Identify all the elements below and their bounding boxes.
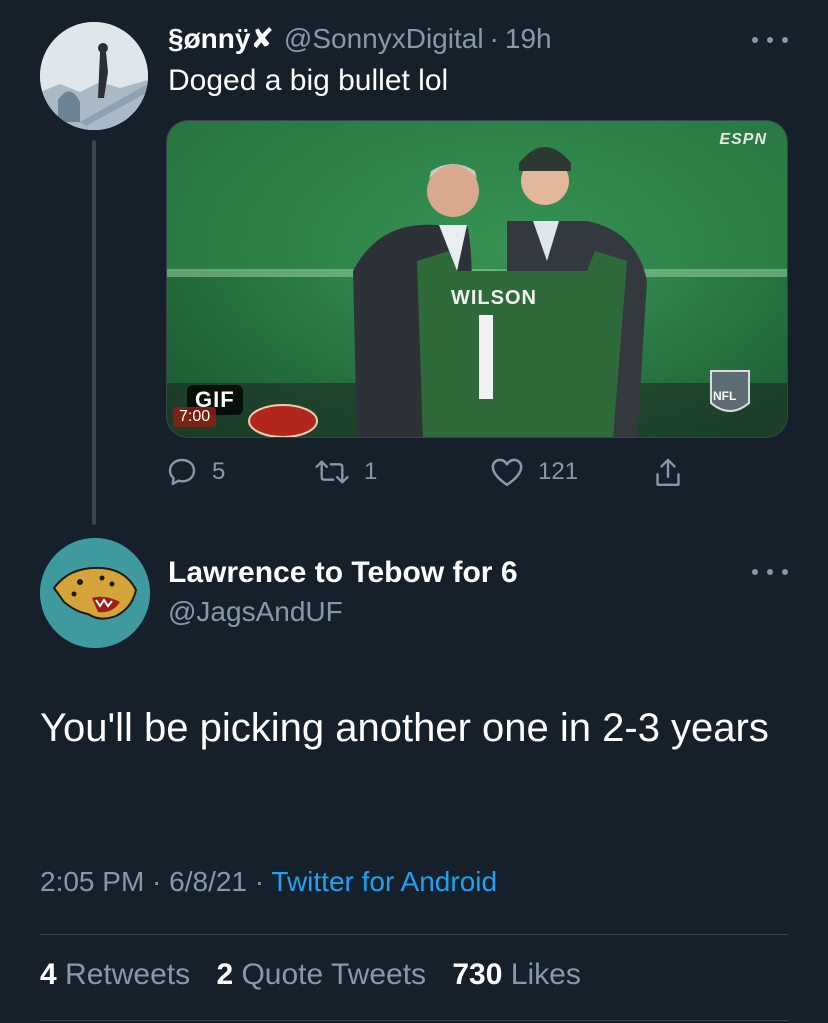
- user-handle[interactable]: @JagsAndUF: [168, 596, 343, 628]
- retweets-label: Retweets: [65, 958, 191, 991]
- display-name[interactable]: Lawrence to Tebow for 6: [168, 556, 518, 590]
- retweet-button[interactable]: 1: [314, 456, 377, 488]
- parent-tweet[interactable]: §ønnÿ✘ @SonnyxDigital · 19h Doged a big …: [0, 0, 828, 530]
- divider: [40, 1020, 788, 1021]
- quote-tweets-stat[interactable]: 2 Quote Tweets: [216, 958, 452, 991]
- likes-label: Likes: [510, 958, 581, 991]
- reply-count: 5: [212, 458, 226, 485]
- avatar[interactable]: [40, 538, 150, 648]
- reply-button[interactable]: 5: [166, 456, 225, 488]
- gif-frame-image: [167, 121, 787, 437]
- nfl-logo: NFL: [713, 389, 737, 403]
- retweet-icon: [315, 460, 349, 484]
- separator-dot: ·: [489, 23, 499, 54]
- share-button[interactable]: [652, 456, 684, 490]
- tweet-media-gif[interactable]: ESPN WILSON 1 NFL GIF 7:00: [166, 120, 788, 438]
- tweet-stats: 4 Retweets 2 Quote Tweets 730 Likes: [40, 958, 599, 992]
- likes-stat[interactable]: 730 Likes: [452, 958, 598, 991]
- retweets-stat[interactable]: 4 Retweets: [40, 958, 216, 991]
- tweet-metadata: 2:05 PM · 6/8/21 · Twitter for Android: [40, 866, 497, 898]
- tweet-timestamp[interactable]: 2:05 PM · 6/8/21: [40, 866, 247, 897]
- like-icon: [491, 458, 523, 487]
- thread-connector-line: [92, 140, 96, 525]
- avatar[interactable]: [40, 22, 148, 130]
- tweet-text: Doged a big bullet lol: [168, 64, 449, 97]
- jersey-name: WILSON: [451, 287, 537, 309]
- avatar-image: [40, 22, 148, 130]
- more-icon[interactable]: [752, 30, 788, 50]
- like-count: 121: [538, 458, 579, 485]
- jaguars-logo-avatar: [40, 538, 150, 648]
- more-icon[interactable]: [752, 562, 788, 582]
- user-handle[interactable]: @SonnyxDigital: [284, 23, 484, 55]
- espn-logo: ESPN: [719, 131, 767, 148]
- share-icon: [656, 458, 680, 486]
- likes-count: 730: [452, 958, 503, 991]
- retweet-count: 1: [364, 458, 378, 485]
- parent-tweet-header: §ønnÿ✘ @SonnyxDigital · 19h: [168, 22, 552, 56]
- tweet-text: You'll be picking another one in 2-3 yea…: [40, 706, 769, 750]
- quotes-label: Quote Tweets: [241, 958, 427, 991]
- like-button[interactable]: 121: [490, 456, 578, 488]
- divider: [40, 934, 788, 935]
- tweet-detail-page: §ønnÿ✘ @SonnyxDigital · 19h Doged a big …: [0, 0, 828, 1023]
- quotes-count: 2: [216, 958, 234, 991]
- separator-dot: ·: [254, 866, 265, 897]
- tweet-source-link[interactable]: Twitter for Android: [271, 866, 497, 897]
- tweet-actions-bar: 5 1 121: [166, 456, 706, 496]
- display-name[interactable]: §ønnÿ✘: [168, 22, 274, 55]
- retweets-count: 4: [40, 958, 57, 991]
- reply-icon: [168, 458, 196, 486]
- score-bug-time: 7:00: [173, 407, 217, 427]
- tweet-timestamp[interactable]: 19h: [505, 23, 552, 55]
